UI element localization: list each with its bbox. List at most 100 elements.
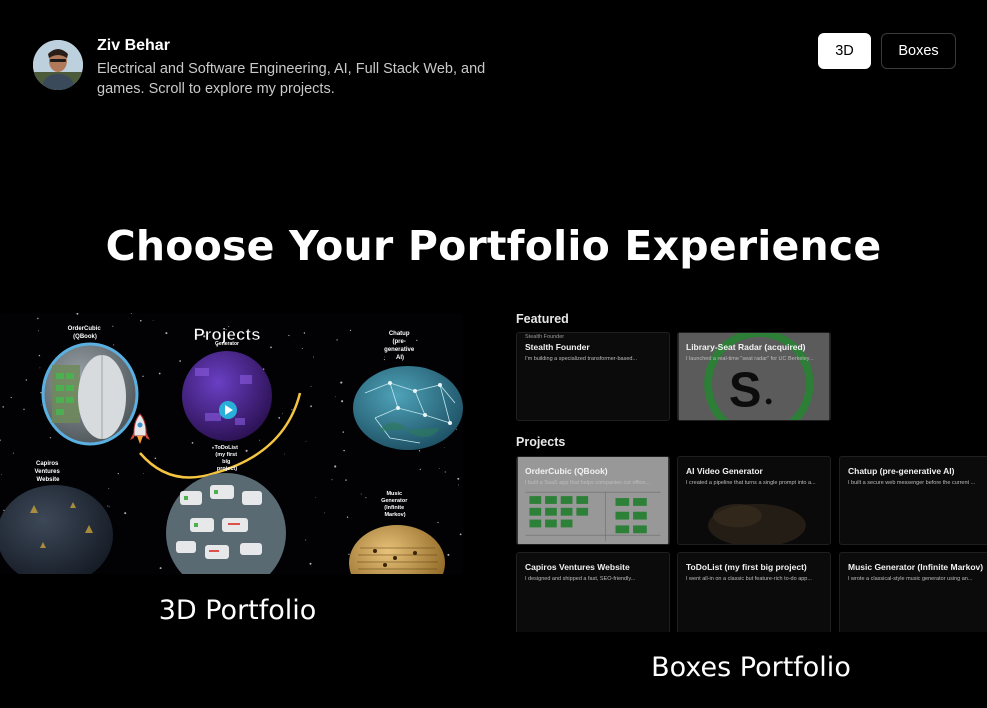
star [418, 450, 421, 452]
star [40, 392, 42, 394]
star [315, 497, 316, 498]
star [23, 408, 25, 410]
profile-photo [33, 40, 83, 90]
star [49, 437, 52, 439]
star [25, 379, 27, 381]
star [383, 359, 385, 361]
star [38, 354, 41, 357]
planet-label-capiros: Capiros Ventures Website [34, 461, 61, 483]
preview-boxes-label: Boxes Portfolio [651, 652, 851, 683]
star [336, 339, 338, 341]
star [334, 465, 337, 468]
avatar [33, 40, 83, 90]
star [2, 406, 4, 408]
card-desc: I launched a real-time "seat radar" for … [686, 356, 814, 362]
star [301, 348, 303, 349]
star [310, 405, 312, 408]
star [365, 497, 367, 499]
star [117, 472, 119, 475]
card-desc: I'm building a specialized transformer-b… [525, 356, 638, 362]
star [384, 356, 385, 358]
star [346, 516, 349, 518]
card-title: ToDoList (my first big project) [686, 562, 807, 572]
page-title: Choose Your Portfolio Experience [105, 222, 882, 270]
star [107, 505, 109, 507]
star [282, 412, 283, 414]
star [288, 334, 290, 337]
star [342, 431, 345, 433]
star [37, 330, 39, 332]
star [310, 385, 312, 387]
star [335, 396, 336, 397]
preview-3d-portfolio[interactable]: OrderCubic (QBook) Projects Generator Ch… [0, 313, 463, 574]
star [303, 332, 306, 334]
card-todolist[interactable]: ToDoList (my first big project) I went a… [677, 552, 831, 632]
star [305, 440, 307, 442]
mode-boxes-button[interactable]: Boxes [881, 33, 956, 69]
star [179, 360, 181, 362]
star [343, 449, 345, 452]
star [143, 473, 144, 474]
star [259, 439, 260, 441]
projects-heading: Projects [516, 435, 566, 449]
card-desc: I designed and shipped a fast, SEO-frien… [525, 576, 636, 582]
star [37, 317, 39, 320]
star [348, 553, 350, 555]
card-title: AI Video Generator [686, 466, 763, 476]
profile-tagline: Electrical and Software Engineering, AI,… [97, 61, 486, 97]
card-desc: I built a secure web messenger before th… [848, 480, 976, 486]
star [443, 446, 445, 448]
star [159, 567, 162, 570]
card-desc: I wrote a classical-style music generato… [848, 576, 973, 582]
card-desc: I built a SaaS app that helps companies … [525, 480, 650, 486]
card-ai-video-generator[interactable]: AI Video Generator I created a pipeline … [677, 456, 831, 545]
card-title: Capiros Ventures Website [525, 562, 630, 572]
space-scene: OrderCubic (QBook) Projects Generator Ch… [0, 313, 463, 574]
star [458, 484, 460, 486]
card-ordercubic[interactable]: OrderCubic (QBook) I built a SaaS app th… [516, 456, 670, 545]
planet-label-video-generator: Generator [215, 341, 239, 347]
star [291, 409, 293, 411]
star [270, 346, 272, 349]
star [142, 375, 144, 378]
star [12, 452, 14, 454]
star [113, 344, 115, 346]
card-chatup[interactable]: Chatup (pre-generative AI) I built a sec… [839, 456, 987, 545]
star [309, 562, 312, 565]
mode-3d-button[interactable]: 3D [818, 33, 871, 69]
preview-3d-label: 3D Portfolio [158, 595, 317, 626]
star [349, 329, 352, 332]
star [345, 479, 347, 481]
star [360, 493, 362, 495]
star [455, 428, 457, 430]
star [444, 471, 446, 473]
card-title: OrderCubic (QBook) [525, 466, 608, 476]
star [41, 404, 42, 406]
star [1, 474, 3, 476]
star [305, 539, 307, 541]
planet-ordercubic[interactable] [41, 342, 139, 446]
star [39, 367, 41, 369]
star [112, 325, 114, 327]
preview-boxes-portfolio[interactable]: Featured Stealth Founder Stealth Founder… [508, 306, 987, 632]
card-library-seat-radar[interactable]: S Library-Seat Radar (acquired) I launch… [677, 332, 831, 421]
star [140, 319, 142, 322]
profile-name: Ziv Behar [97, 37, 170, 54]
card-desc: I went all-in on a classic but feature-r… [686, 576, 812, 582]
card-title: Chatup (pre-generative AI) [848, 466, 955, 476]
planet-chatup[interactable] [353, 366, 463, 450]
star [340, 381, 343, 384]
card-capiros[interactable]: Capiros Ventures Website I designed and … [516, 552, 670, 632]
star [416, 339, 418, 342]
star [124, 512, 127, 515]
planet-video-generator[interactable] [182, 351, 272, 441]
card-stealth-founder[interactable]: Stealth Founder Stealth Founder I'm buil… [516, 332, 670, 421]
star [447, 553, 450, 556]
card-music-generator[interactable]: Music Generator (Infinite Markov) I wrot… [839, 552, 987, 632]
star [324, 512, 325, 514]
card-title: Library-Seat Radar (acquired) [686, 342, 806, 352]
star [152, 319, 154, 321]
star [109, 506, 111, 508]
featured-heading: Featured [516, 312, 569, 326]
broken-image-alt: Stealth Founder [525, 334, 565, 340]
